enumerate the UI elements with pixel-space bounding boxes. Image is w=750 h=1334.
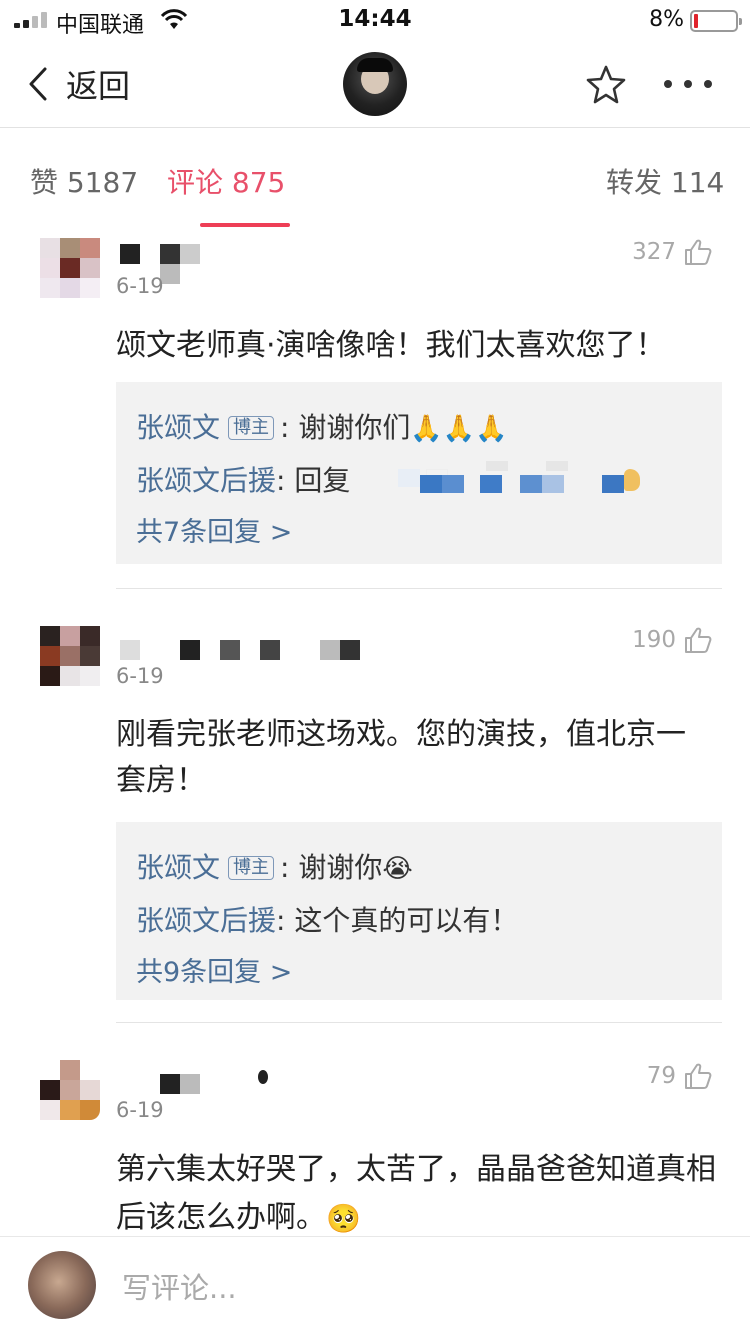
comment-date: 6-19 bbox=[116, 664, 164, 688]
avatar[interactable] bbox=[40, 626, 100, 686]
thumbs-up-icon bbox=[685, 627, 712, 653]
reply-text: : 回复 bbox=[276, 464, 351, 497]
username-blurred[interactable] bbox=[118, 1070, 278, 1098]
reply-blurred-content bbox=[398, 461, 652, 493]
tab-active-indicator bbox=[200, 223, 290, 227]
reply-text: : 这个真的可以有！ bbox=[276, 904, 519, 937]
comment-date: 6-19 bbox=[116, 274, 164, 298]
reply-author[interactable]: 张颂文后援 bbox=[136, 904, 276, 937]
back-button[interactable]: 返回 bbox=[28, 60, 130, 108]
username-blurred[interactable] bbox=[118, 636, 378, 664]
reply-box[interactable]: 张颂文 博主: 谢谢你们🙏🙏🙏 张颂文后援: 回复 共7条回复 > bbox=[116, 382, 722, 564]
battery-icon bbox=[690, 10, 742, 32]
divider bbox=[116, 588, 722, 589]
my-avatar[interactable] bbox=[28, 1251, 96, 1319]
reply-author[interactable]: 张颂文 bbox=[136, 411, 220, 444]
tab-likes[interactable]: 赞 5187 bbox=[30, 161, 138, 201]
like-count-value: 190 bbox=[632, 627, 676, 653]
reply-text: : 谢谢你 bbox=[280, 851, 383, 884]
like-count[interactable]: 79 bbox=[647, 1062, 712, 1090]
tab-reposts[interactable]: 转发 114 bbox=[606, 161, 724, 201]
more-replies-link[interactable]: 共9条回复 > bbox=[136, 947, 702, 999]
like-count-value: 79 bbox=[646, 1063, 676, 1089]
comment-input-bar: 写评论... bbox=[0, 1236, 750, 1334]
comment-date: 6-19 bbox=[116, 1098, 164, 1122]
pray-emoji: 🙏🙏🙏 bbox=[410, 414, 508, 444]
battery-percent: 8% bbox=[649, 7, 684, 32]
avatar[interactable] bbox=[40, 1060, 100, 1120]
comment-text: 刚看完张老师这场戏。您的演技，值北京一套房！ bbox=[116, 717, 686, 798]
chevron-left-icon bbox=[29, 67, 47, 101]
comment-text: 第六集太好哭了，太苦了，晶晶爸爸知道真相后该怎么办啊。🥺 bbox=[116, 1146, 716, 1243]
back-label: 返回 bbox=[66, 67, 131, 105]
status-time: 14:44 bbox=[338, 6, 412, 32]
comment-item: 6-19 327 颂文老师真·演啥像啥！我们太喜欢您了！ 张颂文 博主: 谢谢你们… bbox=[0, 228, 750, 590]
status-bar: 中国联通 14:44 8% bbox=[0, 0, 750, 40]
username-blurred[interactable] bbox=[118, 240, 208, 284]
nav-bar: 返回 bbox=[0, 40, 750, 128]
author-badge: 博主 bbox=[228, 416, 275, 440]
reply-item: 张颂文后援: 这个真的可以有！ bbox=[136, 895, 702, 947]
avatar[interactable] bbox=[40, 238, 100, 298]
author-avatar[interactable] bbox=[343, 52, 407, 116]
more-dots-icon[interactable] bbox=[664, 80, 712, 88]
comment-text-body: 第六集太好哭了，太苦了，晶晶爸爸知道真相后该怎么办啊。 bbox=[116, 1152, 716, 1235]
star-icon[interactable] bbox=[586, 64, 626, 108]
reply-item: 张颂文 博主: 谢谢你😭 bbox=[136, 842, 702, 895]
reply-author[interactable]: 张颂文后援 bbox=[136, 464, 276, 497]
comment-item: 6-19 79 第六集太好哭了，太苦了，晶晶爸爸知道真相后该怎么办啊。🥺 bbox=[0, 1040, 750, 1236]
author-badge: 博主 bbox=[228, 856, 275, 880]
comment-input[interactable]: 写评论... bbox=[122, 1265, 237, 1307]
reply-box[interactable]: 张颂文 博主: 谢谢你😭 张颂文后援: 这个真的可以有！ 共9条回复 > bbox=[116, 822, 722, 1000]
divider bbox=[116, 1022, 722, 1023]
comment-text: 颂文老师真·演啥像啥！我们太喜欢您了！ bbox=[116, 328, 666, 363]
like-count[interactable]: 327 bbox=[632, 238, 712, 266]
like-count[interactable]: 190 bbox=[632, 626, 712, 654]
reply-text: : 谢谢你们 bbox=[280, 411, 411, 444]
reply-item: 张颂文 博主: 谢谢你们🙏🙏🙏 bbox=[136, 402, 702, 455]
more-replies-link[interactable]: 共7条回复 > bbox=[136, 507, 702, 559]
comment-item: 6-19 190 刚看完张老师这场戏。您的演技，值北京一套房！ 张颂文 博主: 谢… bbox=[0, 600, 750, 1026]
like-count-value: 327 bbox=[632, 239, 676, 265]
reply-item: 张颂文后援: 回复 bbox=[136, 455, 702, 507]
reply-author[interactable]: 张颂文 bbox=[136, 851, 220, 884]
thumbs-up-icon bbox=[685, 1063, 712, 1089]
tab-bar: 赞 5187 评论 875 转发 114 bbox=[0, 129, 750, 227]
crying-emoji: 😭 bbox=[382, 854, 413, 884]
tab-comments[interactable]: 评论 875 bbox=[167, 161, 285, 201]
thumbs-up-icon bbox=[685, 239, 712, 265]
